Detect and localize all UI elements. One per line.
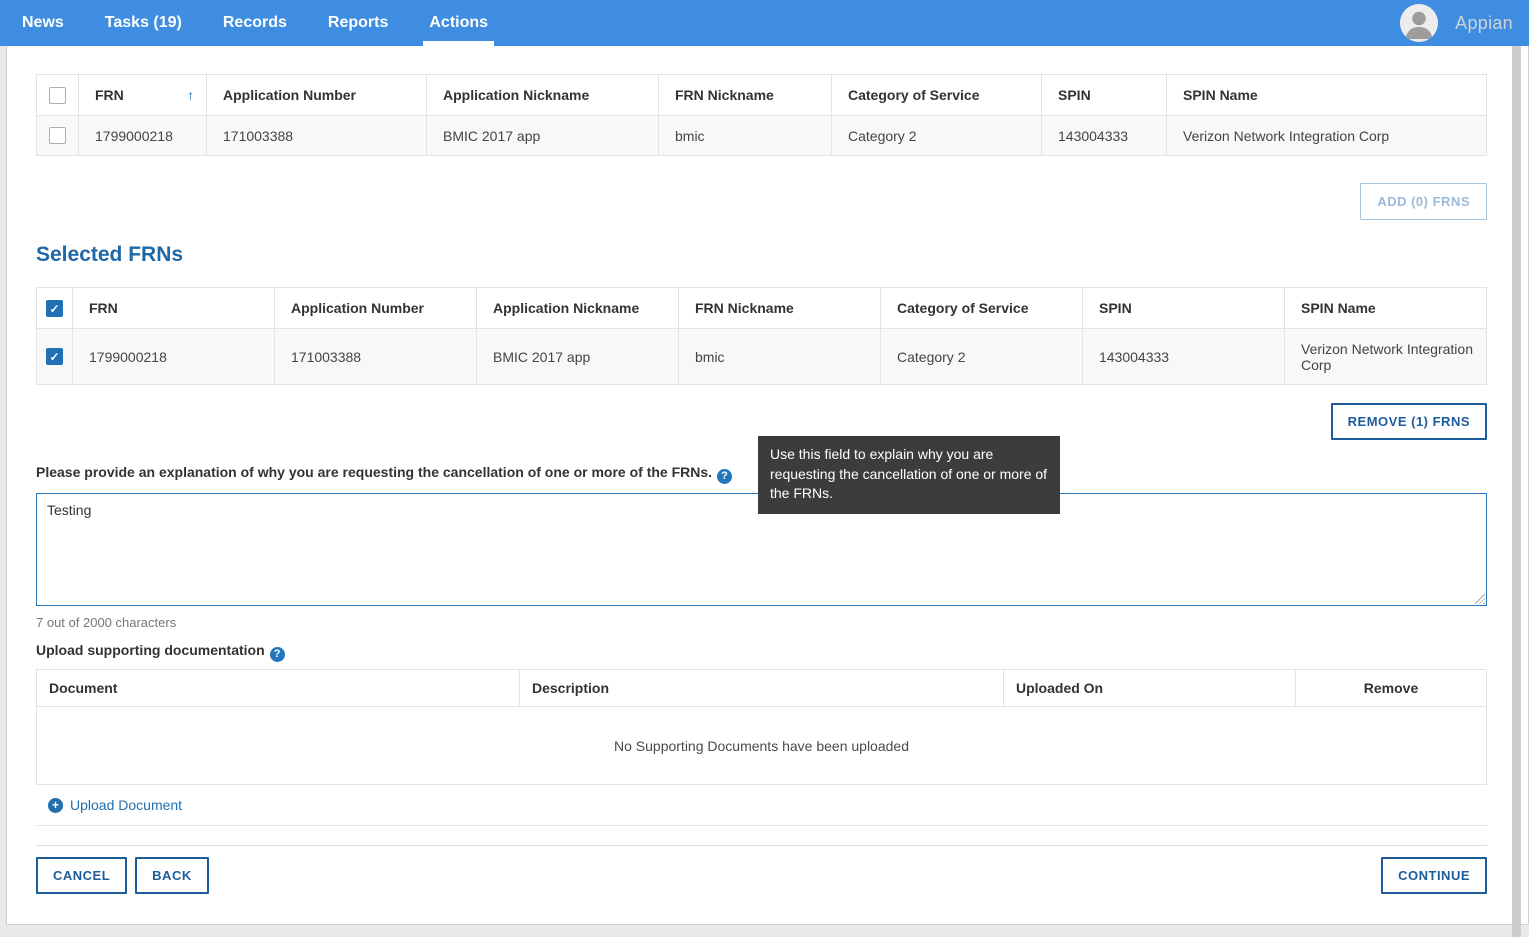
column-header-document: Document: [37, 670, 520, 707]
footer-button-bar: CANCEL BACK CONTINUE: [36, 857, 1487, 894]
selected-frns-table: ✓ FRN Application Number Application Nic…: [36, 287, 1487, 385]
cell-frn-nickname: bmic: [679, 329, 881, 385]
character-counter: 7 out of 2000 characters: [36, 615, 1487, 630]
column-header-application-number[interactable]: Application Number: [275, 288, 477, 329]
cell-application-number: 171003388: [275, 329, 477, 385]
cell-application-number: 171003388: [207, 116, 427, 156]
back-button[interactable]: BACK: [135, 857, 209, 894]
sort-ascending-icon[interactable]: ↑: [187, 87, 194, 103]
cell-spin: 143004333: [1083, 329, 1285, 385]
top-navbar: News Tasks (19) Records Reports Actions …: [0, 0, 1529, 46]
vertical-scrollbar[interactable]: [1512, 46, 1521, 937]
column-header-spin-name[interactable]: SPIN Name: [1167, 75, 1487, 116]
upload-document-label: Upload Document: [70, 797, 182, 813]
row-checkbox[interactable]: [49, 127, 66, 144]
column-header-category-of-service[interactable]: Category of Service: [881, 288, 1083, 329]
column-header-spin[interactable]: SPIN: [1083, 288, 1285, 329]
upload-document-link[interactable]: + Upload Document: [36, 785, 1487, 826]
column-header-frn-nickname[interactable]: FRN Nickname: [679, 288, 881, 329]
cancel-button[interactable]: CANCEL: [36, 857, 127, 894]
column-header-frn-nickname[interactable]: FRN Nickname: [659, 75, 832, 116]
table-header-row: FRN ↑ Application Number Application Nic…: [37, 75, 1487, 116]
cell-frn: 1799000218: [79, 116, 207, 156]
table-header-row: Document Description Uploaded On Remove: [37, 670, 1487, 707]
column-header-application-nickname[interactable]: Application Nickname: [427, 75, 659, 116]
nav-tab-reports[interactable]: Reports: [324, 0, 392, 46]
table-header-row: ✓ FRN Application Number Application Nic…: [37, 288, 1487, 329]
nav-tab-actions[interactable]: Actions: [425, 0, 492, 46]
available-frns-table: FRN ↑ Application Number Application Nic…: [36, 74, 1487, 156]
select-all-checkbox[interactable]: ✓: [46, 300, 63, 317]
add-frns-button[interactable]: ADD (0) FRNS: [1360, 183, 1487, 220]
column-header-frn[interactable]: FRN: [73, 288, 275, 329]
appian-logo: Appian: [1455, 13, 1513, 34]
upload-documentation-label: Upload supporting documentation?: [36, 642, 1487, 662]
cell-spin: 143004333: [1042, 116, 1167, 156]
cell-application-nickname: BMIC 2017 app: [427, 116, 659, 156]
column-header-uploaded-on: Uploaded On: [1004, 670, 1296, 707]
cell-category-of-service: Category 2: [832, 116, 1042, 156]
user-avatar[interactable]: [1400, 4, 1438, 42]
column-header-application-nickname[interactable]: Application Nickname: [477, 288, 679, 329]
cell-frn: 1799000218: [73, 329, 275, 385]
explanation-label-text: Please provide an explanation of why you…: [36, 464, 712, 480]
column-header-description: Description: [520, 670, 1004, 707]
documents-table: Document Description Uploaded On Remove …: [36, 669, 1487, 785]
column-header-label: FRN: [95, 87, 124, 103]
plus-circle-icon: +: [48, 798, 63, 813]
cell-application-nickname: BMIC 2017 app: [477, 329, 679, 385]
nav-tab-news[interactable]: News: [18, 0, 68, 46]
column-header-category-of-service[interactable]: Category of Service: [832, 75, 1042, 116]
explanation-tooltip: Use this field to explain why you are re…: [758, 436, 1060, 514]
column-header-spin-name[interactable]: SPIN Name: [1285, 288, 1487, 329]
selected-frns-heading: Selected FRNs: [36, 243, 1487, 267]
cell-frn-nickname: bmic: [659, 116, 832, 156]
nav-right-section: Appian: [1400, 0, 1513, 46]
table-row: 1799000218 171003388 BMIC 2017 app bmic …: [37, 116, 1487, 156]
table-row: ✓ 1799000218 171003388 BMIC 2017 app bmi…: [37, 329, 1487, 385]
help-icon[interactable]: ?: [270, 647, 285, 662]
upload-documentation-label-text: Upload supporting documentation: [36, 642, 265, 658]
column-header-application-number[interactable]: Application Number: [207, 75, 427, 116]
cell-spin-name: Verizon Network Integration Corp: [1285, 329, 1487, 385]
help-icon[interactable]: ?: [717, 469, 732, 484]
continue-button[interactable]: CONTINUE: [1381, 857, 1487, 894]
nav-tabs: News Tasks (19) Records Reports Actions: [0, 0, 1529, 46]
empty-state-message: No Supporting Documents have been upload…: [37, 707, 1487, 785]
nav-tab-records[interactable]: Records: [219, 0, 291, 46]
column-header-spin[interactable]: SPIN: [1042, 75, 1167, 116]
column-header-remove: Remove: [1296, 670, 1487, 707]
row-checkbox[interactable]: ✓: [46, 348, 63, 365]
nav-tab-tasks[interactable]: Tasks (19): [101, 0, 186, 46]
select-all-checkbox[interactable]: [49, 87, 66, 104]
column-header-frn[interactable]: FRN ↑: [79, 75, 207, 116]
person-silhouette-icon: [1400, 4, 1438, 42]
footer-divider: [36, 845, 1487, 846]
cell-category-of-service: Category 2: [881, 329, 1083, 385]
remove-frns-button[interactable]: REMOVE (1) FRNS: [1331, 403, 1487, 440]
cell-spin-name: Verizon Network Integration Corp: [1167, 116, 1487, 156]
empty-state-row: No Supporting Documents have been upload…: [37, 707, 1487, 785]
